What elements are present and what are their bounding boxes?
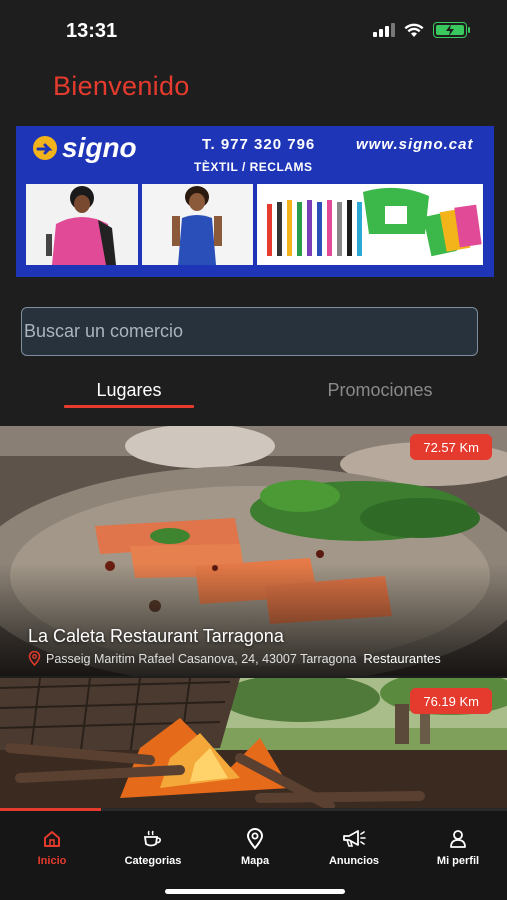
- map-pin-icon: [246, 828, 264, 850]
- banner-photo-man: [26, 184, 138, 265]
- place-address: Passeig Maritim Rafael Casanova, 24, 430…: [46, 651, 357, 666]
- location-pin-icon: [28, 651, 41, 666]
- banner-phone: T. 977 320 796: [202, 136, 316, 153]
- signo-logo: signo: [32, 132, 137, 164]
- nav-label: Categorias: [124, 855, 182, 867]
- banner-photo-products: [257, 184, 483, 265]
- nav-label: Mi perfil: [436, 855, 480, 867]
- banner-photo-woman: [142, 184, 253, 265]
- distance-badge: 76.19 Km: [410, 688, 492, 714]
- battery-charging-icon: [433, 22, 470, 38]
- status-icons: [373, 22, 470, 38]
- nav-label: Anuncios: [328, 855, 380, 867]
- nav-mapa[interactable]: Mapa: [215, 827, 295, 867]
- tab-lugares[interactable]: Lugares: [64, 380, 194, 401]
- welcome-title: Bienvenido: [53, 71, 190, 101]
- nav-mi-perfil[interactable]: Mi perfil: [418, 827, 498, 867]
- banner-website: www.signo.cat: [356, 136, 474, 153]
- cellular-signal-icon: [373, 23, 395, 37]
- wifi-icon: [404, 23, 424, 37]
- place-card[interactable]: 72.57 Km La Caleta Restaurant Tarragona …: [0, 426, 507, 676]
- advertising-banner[interactable]: signo T. 977 320 796 www.signo.cat TÈXTI…: [16, 126, 494, 277]
- nav-label: Mapa: [240, 855, 270, 867]
- bottom-navigation: Inicio Categorias Mapa Anuncios Mi perfi…: [0, 811, 507, 900]
- status-time: 13:31: [66, 20, 118, 42]
- logo-arrow-icon: [33, 136, 57, 160]
- user-icon: [450, 830, 466, 848]
- logo-text: signo: [62, 132, 137, 163]
- home-icon: [44, 831, 60, 847]
- nav-anuncios[interactable]: Anuncios: [314, 827, 394, 867]
- distance-badge: 72.57 Km: [410, 434, 492, 460]
- active-tab-indicator: [64, 405, 194, 408]
- place-address-row: Passeig Maritim Rafael Casanova, 24, 430…: [28, 651, 441, 666]
- status-bar: 13:31: [0, 0, 507, 60]
- place-name: La Caleta Restaurant Tarragona: [28, 626, 284, 646]
- search-box[interactable]: [21, 307, 478, 356]
- coffee-cup-icon: [143, 830, 161, 847]
- megaphone-icon: [343, 830, 366, 847]
- nav-label: Inicio: [37, 855, 67, 867]
- home-indicator: [165, 889, 345, 894]
- search-input[interactable]: [22, 308, 477, 355]
- banner-tagline: TÈXTIL / RECLAMS: [194, 160, 313, 174]
- place-card[interactable]: 76.19 Km: [0, 678, 507, 810]
- tab-promociones[interactable]: Promociones: [305, 380, 455, 401]
- nav-categorias[interactable]: Categorias: [113, 827, 193, 867]
- nav-inicio[interactable]: Inicio: [12, 827, 92, 867]
- place-category: Restaurantes: [363, 651, 441, 666]
